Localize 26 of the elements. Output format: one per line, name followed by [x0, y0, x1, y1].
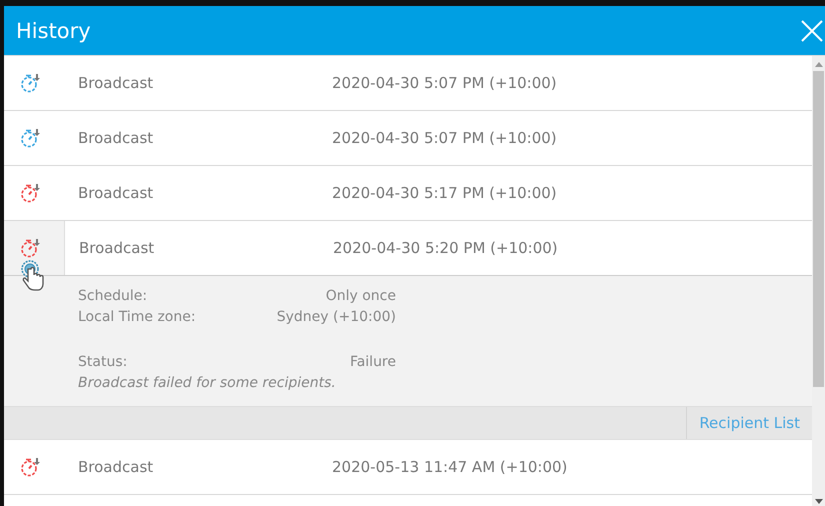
status-message: Broadcast failed for some recipients. — [78, 374, 337, 393]
field-label: Schedule: — [78, 287, 148, 306]
history-row[interactable]: Broadcast 2020-05-13 11:47 AM (+10:00) — [4, 440, 812, 495]
scroll-down-icon[interactable] — [814, 499, 822, 504]
broadcast-name: Broadcast — [79, 239, 156, 257]
broadcast-time: 2020-04-30 5:17 PM (+10:00) — [332, 184, 557, 202]
scrollbar[interactable] — [812, 56, 825, 506]
broadcast-time: 2020-04-30 5:07 PM (+10:00) — [332, 74, 557, 92]
close-icon[interactable] — [801, 20, 823, 42]
broadcast-time: 2020-05-13 11:47 AM (+10:00) — [332, 458, 568, 476]
broadcast-name: Broadcast — [78, 74, 154, 92]
scroll-up-icon[interactable] — [814, 62, 822, 67]
field-value: Sydney (+10:00) — [276, 308, 396, 327]
broadcast-time: 2020-04-30 5:07 PM (+10:00) — [332, 129, 557, 147]
field-value: Only once — [326, 287, 396, 306]
broadcast-name: Broadcast — [78, 129, 154, 147]
broadcast-name: Broadcast — [78, 458, 154, 476]
field-label: Local Time zone: — [78, 308, 196, 327]
window-title: History — [16, 18, 91, 42]
history-row[interactable]: Broadcast 2020-04-30 5:07 PM (+10:00) — [4, 56, 812, 111]
history-row[interactable]: Broadcast 2020-04-30 5:07 PM (+10:00) — [4, 111, 812, 166]
field-label: Status: — [78, 353, 128, 372]
broadcast-time: 2020-04-30 5:20 PM (+10:00) — [333, 239, 558, 257]
scroll-thumb[interactable] — [813, 71, 824, 387]
broadcast-name: Broadcast — [78, 184, 154, 202]
field-value: Failure — [350, 353, 396, 372]
